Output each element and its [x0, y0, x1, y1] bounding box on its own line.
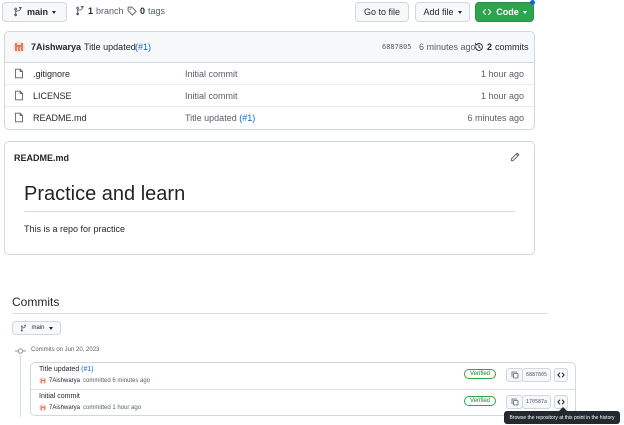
copy-sha-button[interactable]	[506, 395, 523, 409]
copy-icon	[511, 398, 519, 406]
commit-title[interactable]: Title updated (#1)	[39, 366, 94, 373]
file-commit-age: 1 hour ago	[480, 69, 524, 79]
readme-heading-rule	[24, 211, 515, 212]
commit-meta: committed 6 minutes ago	[83, 377, 151, 384]
commit-meta: committed 1 hour ago	[83, 404, 142, 411]
code-icon	[557, 371, 565, 379]
latest-commit-sha[interactable]: 6887805	[382, 43, 412, 51]
commit-timeline	[20, 355, 21, 417]
avatar	[13, 41, 25, 53]
latest-commit-bar: 7Aishwarya Title updated (#1) 6887805 6 …	[5, 32, 534, 63]
file-commit-text: Title updated	[185, 113, 237, 123]
commit-pr-link[interactable]: (#1)	[81, 366, 93, 373]
file-icon	[14, 112, 24, 123]
readme-filename[interactable]: README.md	[14, 153, 69, 163]
readme-body: This is a repo for practice	[24, 224, 126, 234]
file-commit-text: Initial commit	[185, 69, 238, 79]
file-name[interactable]: .gitignore	[33, 69, 70, 79]
branch-name: main	[26, 7, 48, 17]
file-commit-message[interactable]: Initial commit	[185, 91, 238, 101]
latest-commit-author[interactable]: 7Aishwarya	[31, 42, 81, 52]
latest-commit-age: 6 minutes ago	[419, 42, 476, 52]
file-commit-message[interactable]: Initial commit	[185, 69, 238, 79]
branches-label: branch	[96, 6, 124, 16]
commit-author-line: 7Aishwarya committed 1 hour ago	[39, 404, 141, 411]
commit-date-group: Commits on Jun 20, 2023	[31, 347, 100, 353]
avatar	[39, 404, 46, 411]
verified-badge[interactable]: Verified	[463, 369, 496, 379]
tags-count: 0	[140, 6, 146, 16]
commit-sha-button[interactable]: 170587a	[522, 395, 551, 409]
file-browser: 7Aishwarya Title updated (#1) 6887805 6 …	[4, 31, 535, 130]
commit-group-icon	[15, 348, 26, 354]
chevron-down-icon	[522, 10, 527, 14]
verified-badge[interactable]: Verified	[463, 396, 496, 406]
chevron-down-icon	[48, 326, 53, 330]
file-commit-age: 6 minutes ago	[467, 113, 524, 123]
file-commit-age: 1 hour ago	[480, 91, 524, 101]
file-commit-text: Initial commit	[185, 91, 238, 101]
commits-branch-selector[interactable]: main	[12, 321, 61, 335]
commit-row: Title updated (#1) 7Aishwarya committed 6 …	[31, 363, 575, 390]
commits-count-link[interactable]: 2 commits	[474, 42, 529, 52]
file-row[interactable]: LICENSE Initial commit 1 hour ago	[5, 85, 534, 107]
add-file-label: Add file	[423, 7, 454, 17]
file-row[interactable]: README.md Title updated (#1) 6 minutes ago	[5, 107, 534, 129]
go-to-file-button[interactable]: Go to file	[355, 2, 409, 22]
code-label: Code	[496, 7, 519, 17]
browse-repo-button[interactable]	[554, 368, 568, 382]
file-row[interactable]: .gitignore Initial commit 1 hour ago	[5, 63, 534, 85]
add-file-button[interactable]: Add file	[415, 2, 470, 22]
latest-commit-message[interactable]: Title updated	[84, 42, 136, 52]
code-button[interactable]: Code	[475, 2, 534, 22]
copy-icon	[511, 371, 519, 379]
commits-branch-name: main	[31, 325, 45, 331]
code-icon	[482, 9, 492, 15]
browse-history-tooltip: Browse the repository at this point in t…	[504, 411, 620, 424]
branches-count: 1	[88, 6, 94, 16]
commit-author[interactable]: 7Aishwarya	[49, 378, 80, 384]
chevron-down-icon	[457, 10, 462, 14]
commit-sha-button[interactable]: 6887805	[522, 368, 551, 382]
file-icon	[14, 90, 24, 101]
file-commit-message[interactable]: Title updated (#1)	[185, 113, 255, 123]
commit-author-line: 7Aishwarya committed 6 minutes ago	[39, 377, 150, 384]
git-branch-icon	[14, 7, 22, 17]
file-commit-pr-link[interactable]: (#1)	[239, 113, 255, 123]
file-icon	[14, 68, 24, 79]
git-branch-icon	[76, 6, 84, 16]
code-icon	[557, 398, 565, 406]
copy-sha-button[interactable]	[506, 368, 523, 382]
avatar	[39, 377, 46, 384]
file-name[interactable]: README.md	[33, 113, 87, 123]
branch-selector-button[interactable]: main	[2, 2, 67, 22]
tag-icon	[127, 6, 137, 16]
latest-commit-pr-link[interactable]: (#1)	[135, 42, 151, 52]
commit-row: Initial commit 7Aishwarya committed 1 hou…	[31, 390, 575, 415]
branches-link[interactable]: 1 branch	[75, 6, 124, 16]
pencil-icon[interactable]	[510, 152, 520, 162]
notification-dot	[530, 0, 535, 5]
chevron-down-icon	[52, 10, 56, 14]
commit-title-text: Title updated	[39, 366, 80, 373]
file-name[interactable]: LICENSE	[33, 91, 72, 101]
git-branch-icon	[21, 324, 27, 331]
readme-header: README.md	[5, 142, 534, 173]
history-icon	[475, 42, 483, 51]
readme-panel: README.md Practice and learn This is a r…	[4, 141, 535, 255]
commit-list: Title updated (#1) 7Aishwarya committed 6 …	[30, 362, 576, 416]
commits-title: Commits	[12, 295, 60, 309]
commits-label: commits	[495, 42, 529, 52]
commit-title[interactable]: Initial commit	[39, 393, 80, 400]
commits-divider	[12, 313, 548, 314]
commit-title-text: Initial commit	[39, 393, 80, 400]
tags-label: tags	[148, 6, 166, 16]
go-to-file-label: Go to file	[363, 7, 401, 17]
readme-heading: Practice and learn	[24, 183, 186, 205]
tags-link[interactable]: 0 tags	[127, 6, 165, 16]
commit-author[interactable]: 7Aishwarya	[49, 405, 80, 411]
commits-count: 2	[487, 42, 493, 52]
